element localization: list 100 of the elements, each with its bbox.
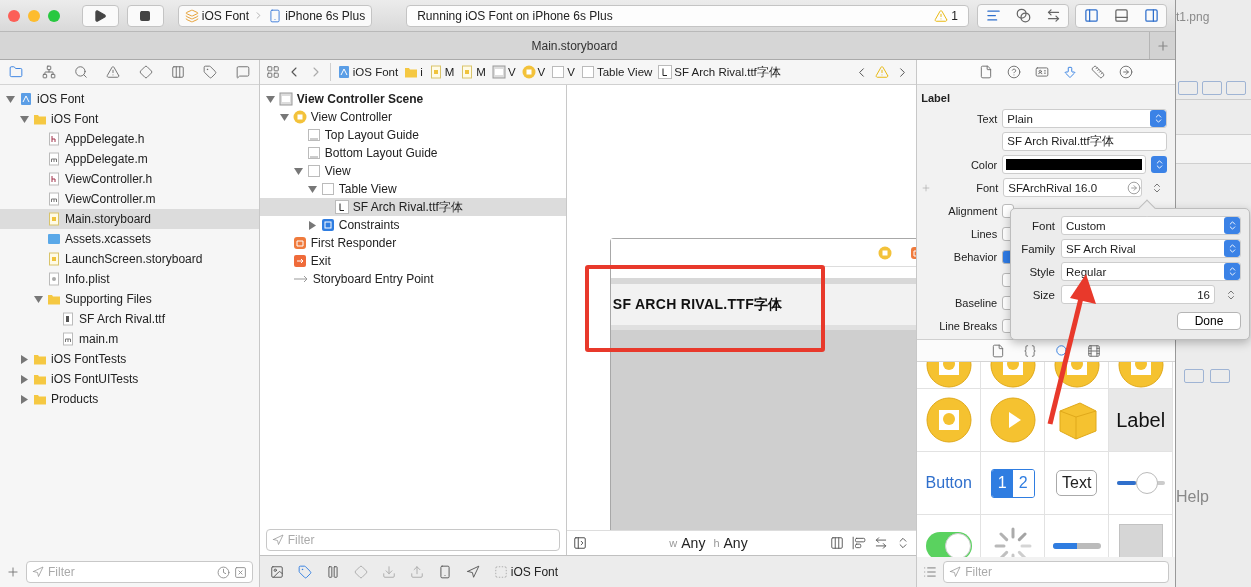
font-picker-icon[interactable]: [1127, 180, 1141, 195]
message-icon[interactable]: [235, 65, 250, 79]
popup-button[interactable]: Plain: [1002, 109, 1167, 128]
tree-item[interactable]: View Controller: [259, 108, 566, 126]
stack-icon[interactable]: [830, 536, 845, 550]
breadcrumb[interactable]: V: [521, 65, 546, 79]
close-button[interactable]: [8, 9, 20, 22]
file-icon[interactable]: [979, 65, 994, 79]
scheme-name[interactable]: iOS Font: [184, 8, 250, 23]
toolbar-icon[interactable]: [1226, 80, 1246, 95]
toolbar-icon[interactable]: [1184, 369, 1204, 383]
app-icon[interactable]: [184, 8, 199, 23]
popup-button[interactable]: Custom: [1061, 216, 1241, 235]
tree-item[interactable]: AppDelegate.h: [0, 129, 259, 149]
breadcrumb[interactable]: Table View: [580, 65, 653, 79]
identity-icon[interactable]: [1035, 65, 1050, 79]
device-name[interactable]: iPhone 6s Plus: [268, 8, 366, 23]
tree-item[interactable]: Products: [0, 389, 259, 409]
library-item[interactable]: [1109, 362, 1174, 389]
color-menu-button[interactable]: [1151, 156, 1167, 173]
tree-item[interactable]: View: [259, 162, 566, 180]
disclosure-triangle[interactable]: [293, 166, 303, 176]
tree-item[interactable]: Assets.xcassets: [0, 229, 259, 249]
disclosure-triangle[interactable]: [20, 394, 29, 404]
breadcrumb[interactable]: i: [404, 65, 423, 79]
tree-item[interactable]: SF Arch Rival.ttf: [0, 309, 259, 329]
tree-item[interactable]: Supporting Files: [0, 289, 259, 309]
label-text[interactable]: SF ARCH RIVAL.TTF字体: [612, 295, 783, 314]
grid-icon[interactable]: [265, 65, 280, 79]
warning-icon[interactable]: [934, 8, 949, 23]
step-over-icon[interactable]: [353, 564, 368, 579]
diamond-icon[interactable]: [138, 65, 153, 79]
location-icon[interactable]: [465, 564, 480, 579]
toolbar-icon[interactable]: [1210, 369, 1230, 383]
tree-item[interactable]: ViewController.m: [0, 189, 259, 209]
tree-item[interactable]: Constraints: [259, 216, 566, 234]
text-field[interactable]: SF Arch Rival.ttf字体: [1002, 132, 1167, 151]
tree-item[interactable]: SF Arch Rival.ttf字体: [259, 198, 566, 216]
debug-icon[interactable]: [170, 65, 185, 79]
folder-icon[interactable]: [9, 65, 24, 79]
popup-button[interactable]: Regular: [1061, 262, 1241, 281]
toolbar-icon[interactable]: [1202, 80, 1222, 95]
tree-item[interactable]: LaunchScreen.storyboard: [0, 249, 259, 269]
code-snippet-icon[interactable]: [1023, 343, 1038, 358]
color-well[interactable]: [1002, 155, 1146, 174]
tree-item[interactable]: Bottom Layout Guide: [259, 144, 566, 162]
tree-item[interactable]: Exit: [259, 252, 566, 270]
warning-icon[interactable]: [875, 65, 890, 79]
library-item[interactable]: [1109, 452, 1174, 515]
disclosure-triangle[interactable]: [34, 294, 43, 304]
connections-icon[interactable]: [1119, 65, 1134, 79]
breadcrumb[interactable]: M: [460, 65, 486, 79]
run-button[interactable]: [82, 4, 119, 27]
pin-icon[interactable]: [874, 536, 889, 550]
size-class[interactable]: w Any: [669, 535, 706, 551]
tree-item[interactable]: iOS FontUITests: [0, 369, 259, 389]
disclosure-triangle[interactable]: [307, 184, 317, 194]
zoom-button[interactable]: [48, 9, 60, 22]
tree-item[interactable]: View Controller Scene: [259, 90, 566, 108]
clear-icon[interactable]: [233, 565, 247, 579]
library-item[interactable]: [1045, 362, 1110, 389]
popup-button[interactable]: SF Arch Rival: [1061, 239, 1241, 258]
stop-button[interactable]: [126, 4, 164, 27]
library-item[interactable]: [917, 389, 982, 452]
help-icon[interactable]: [1007, 65, 1022, 79]
disclosure-triangle[interactable]: [307, 220, 317, 230]
tree-item[interactable]: First Responder: [259, 234, 566, 252]
search-icon[interactable]: [73, 65, 88, 79]
breadcrumb[interactable]: SF Arch Rival.ttf字体: [658, 64, 781, 80]
library-item[interactable]: [981, 362, 1046, 389]
tree-item[interactable]: AppDelegate.m: [0, 149, 259, 169]
breadcrumb[interactable]: V: [491, 65, 516, 79]
tree-item[interactable]: Table View: [259, 180, 566, 198]
device-icon[interactable]: [268, 8, 283, 23]
hierarchy-icon[interactable]: [41, 65, 56, 79]
tree-item[interactable]: Top Layout Guide: [259, 126, 566, 144]
library-item[interactable]: [981, 389, 1046, 452]
tag-icon[interactable]: [203, 65, 218, 79]
disclosure-triangle[interactable]: [265, 94, 275, 104]
tree-item[interactable]: Info.plist: [0, 269, 259, 289]
library-item[interactable]: Label: [1109, 389, 1174, 452]
breadcrumb[interactable]: iOS Font: [336, 65, 399, 79]
view-debugger-icon[interactable]: [437, 564, 452, 579]
disclosure-triangle[interactable]: [20, 114, 29, 124]
tree-item[interactable]: Main.storyboard: [0, 209, 259, 229]
tree-item[interactable]: ViewController.h: [0, 169, 259, 189]
size-class[interactable]: h Any: [713, 535, 748, 551]
debug-target[interactable]: iOS Font: [493, 564, 559, 579]
align-icon[interactable]: [852, 536, 867, 550]
clock-icon[interactable]: [216, 565, 230, 579]
tree-item[interactable]: iOS Font: [0, 109, 259, 129]
tree-item[interactable]: Storyboard Entry Point: [259, 270, 566, 288]
breakpoints-icon[interactable]: [297, 564, 312, 579]
disclosure-triangle[interactable]: [6, 94, 15, 104]
library-item[interactable]: [917, 362, 982, 389]
toolbar-icon[interactable]: [1178, 80, 1198, 95]
pause-icon[interactable]: [325, 564, 340, 579]
list-view-icon[interactable]: [923, 565, 938, 579]
file-template-icon[interactable]: [991, 343, 1006, 358]
hide-debug-icon[interactable]: [269, 564, 284, 579]
